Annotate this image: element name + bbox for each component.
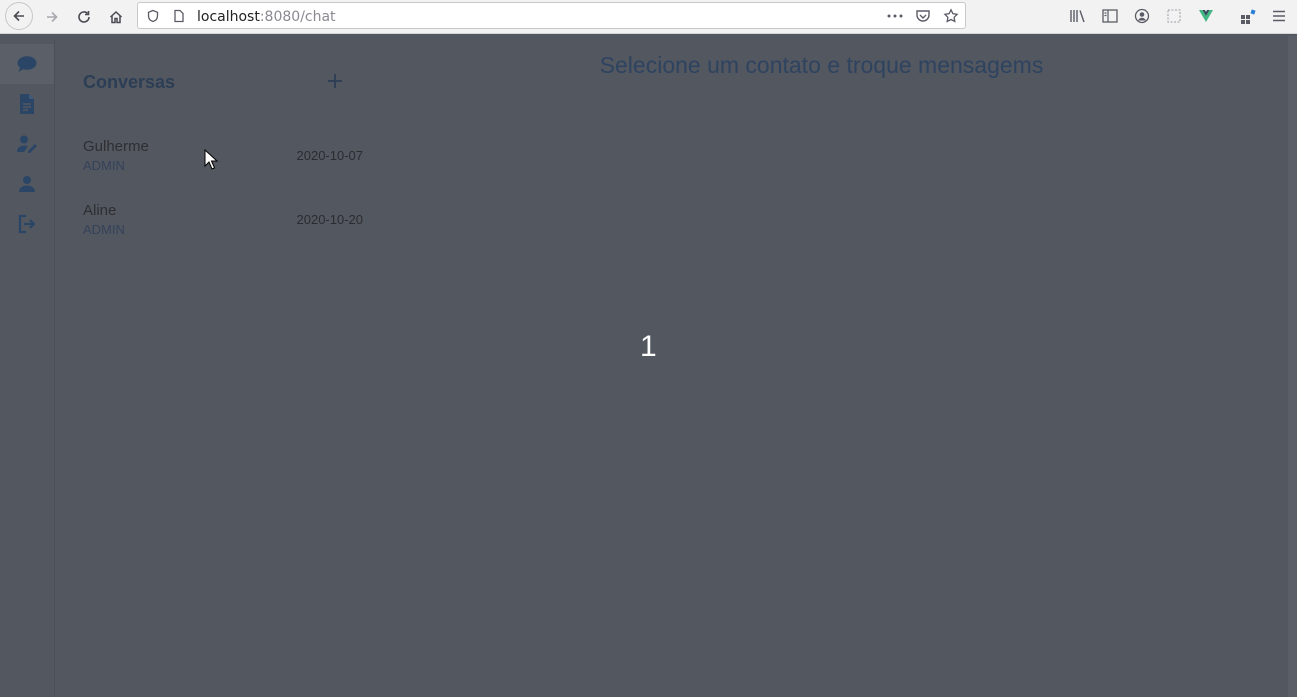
bookmark-star-icon[interactable] — [942, 7, 960, 25]
rail-item-documents[interactable] — [0, 84, 54, 124]
document-icon — [20, 94, 34, 114]
rail-item-profile[interactable] — [0, 164, 54, 204]
extensions-icon[interactable] — [1238, 6, 1258, 26]
logout-icon — [18, 214, 36, 234]
forward-button[interactable] — [38, 3, 66, 31]
url-path: :8080/chat — [259, 9, 336, 25]
more-actions-icon[interactable] — [886, 7, 904, 25]
rail-item-logout[interactable] — [0, 204, 54, 244]
chat-main-area: Selecione um contato e troque mensagems … — [384, 40, 1297, 697]
library-icon[interactable] — [1068, 6, 1088, 26]
rail-item-chat[interactable] — [0, 44, 54, 84]
user-edit-icon — [17, 135, 37, 153]
contact-date: 2020-10-07 — [296, 148, 364, 163]
back-button[interactable] — [5, 2, 33, 30]
vue-devtools-icon[interactable] — [1196, 6, 1216, 26]
account-icon[interactable] — [1132, 6, 1152, 26]
conversations-panel: Conversas Gulherme ADMIN 2020-10-07 Alin… — [54, 40, 384, 697]
arrow-left-icon — [13, 10, 24, 22]
chat-bubble-icon — [17, 56, 37, 72]
user-icon — [19, 176, 35, 192]
url-text[interactable]: localhost:8080/chat — [197, 9, 336, 25]
home-button[interactable] — [102, 3, 130, 31]
url-host: localhost — [197, 9, 260, 25]
contact-role: ADMIN — [83, 158, 125, 173]
sidebar-toggle-icon[interactable] — [1100, 6, 1120, 26]
overlay-number: 1 — [640, 330, 657, 363]
url-bar[interactable]: localhost:8080/chat — [137, 2, 966, 29]
contact-item[interactable]: Gulherme ADMIN 2020-10-07 — [83, 138, 363, 182]
empty-state-title: Selecione um contato e troque mensagems — [599, 52, 1044, 78]
contact-date: 2020-10-20 — [296, 212, 364, 227]
browser-toolbar: localhost:8080/chat — [0, 0, 1297, 34]
nav-rail — [0, 40, 55, 697]
arrow-right-icon — [47, 11, 58, 23]
contact-item[interactable]: Aline ADMIN 2020-10-20 — [83, 202, 363, 246]
shield-icon[interactable] — [144, 7, 162, 25]
contact-role: ADMIN — [83, 222, 125, 237]
add-conversation-button[interactable] — [322, 68, 348, 94]
menu-icon[interactable] — [1269, 6, 1289, 26]
reload-button[interactable] — [70, 3, 98, 31]
container-icon[interactable] — [1164, 6, 1184, 26]
conversations-title: Conversas — [83, 72, 176, 92]
contact-name: Aline — [83, 202, 117, 219]
home-icon — [109, 10, 123, 24]
contact-name: Gulherme — [83, 138, 149, 155]
scrollbar-track[interactable] — [1288, 36, 1297, 697]
mouse-cursor-icon — [204, 149, 218, 170]
pocket-icon[interactable] — [914, 7, 932, 25]
rail-item-user-edit[interactable] — [0, 124, 54, 164]
reload-icon — [78, 11, 90, 23]
plus-icon — [328, 74, 342, 88]
page-info-icon[interactable] — [170, 7, 188, 25]
